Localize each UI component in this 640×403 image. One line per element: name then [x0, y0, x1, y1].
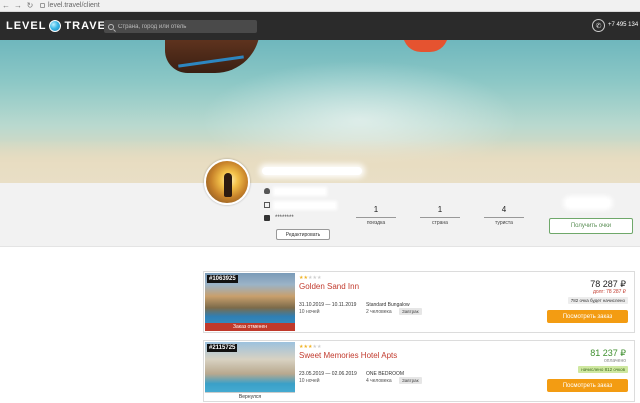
stat-label: поездка: [366, 220, 386, 226]
order-card: #2115725 Вернулся ★★★★★ Sweet Memories H…: [203, 340, 635, 402]
browser-toolbar: ← → ↻ level.travel/client: [0, 0, 640, 12]
stat-divider: [484, 217, 524, 218]
view-order-button[interactable]: Посмотреть заказ: [547, 310, 628, 323]
address-bar[interactable]: level.travel/client: [40, 2, 100, 9]
guests-count: 4 человека: [366, 378, 392, 384]
page: ← → ↻ level.travel/client LEVEL TRAVEL ✆…: [0, 0, 640, 403]
hotel-photo[interactable]: #2115725 Вернулся: [205, 342, 295, 400]
guests-count: 2 человека: [366, 309, 392, 315]
order-id: #2115725: [207, 344, 238, 352]
hotel-photo[interactable]: #1063925 Заказ отменен: [205, 273, 295, 331]
search-icon: [108, 23, 114, 30]
hero-float: [403, 40, 448, 52]
stat-tourists: 4 туриста: [484, 205, 524, 226]
order-id: #1063925: [207, 275, 238, 283]
trip-dates: 23.05.2019 — 02.06.2019: [299, 371, 357, 377]
lock-icon: [264, 215, 270, 221]
password-mask: ********: [275, 215, 294, 221]
email-row: [264, 202, 335, 208]
debt-text: долг: 78 287 ₽: [593, 289, 626, 295]
hotel-name[interactable]: Sweet Memories Hotel Apts: [299, 351, 397, 360]
user-row: [264, 188, 325, 194]
bonus-redacted: [566, 199, 610, 207]
url-text: level.travel/client: [48, 2, 100, 9]
trip-nights: 10 ночей: [299, 378, 320, 384]
stat-divider: [356, 217, 396, 218]
email-redacted: [275, 202, 335, 208]
points-badge: 782 очка будет начислено: [567, 297, 628, 304]
get-points-button[interactable]: Получить очки: [549, 218, 633, 234]
star-icon: ★: [316, 275, 322, 281]
stat-value: 1: [437, 205, 443, 214]
lock-icon: [40, 3, 45, 8]
stat-value: 1: [373, 205, 379, 214]
trip-dates: 31.10.2019 — 10.11.2019: [299, 302, 357, 308]
hotel-stars: ★★★★★: [299, 275, 321, 281]
user-icon: [264, 188, 270, 194]
reload-icon[interactable]: ↻: [24, 0, 36, 12]
back-arrow-icon[interactable]: ←: [0, 0, 12, 12]
site-header: LEVEL TRAVEL ✆ +7 495 134: [0, 12, 640, 40]
search-input[interactable]: [118, 23, 248, 30]
logo-text-left: LEVEL: [6, 20, 47, 32]
order-status: Заказ отменен: [205, 323, 295, 331]
view-order-button[interactable]: Посмотреть заказ: [547, 379, 628, 392]
stat-value: 4: [501, 205, 507, 214]
meal-badge: Завтрак: [399, 308, 422, 315]
phone-number[interactable]: +7 495 134: [608, 22, 638, 28]
stat-trips: 1 поездка: [356, 205, 396, 226]
hotel-name[interactable]: Golden Sand Inn: [299, 282, 359, 291]
globe-icon: [49, 20, 62, 32]
user-info-redacted: [275, 188, 325, 194]
room-type: ONE BEDROOM: [366, 371, 405, 377]
points-badge: начислено 812 очков: [578, 366, 628, 373]
hotel-stars: ★★★★★: [299, 344, 321, 350]
meal-badge: Завтрак: [399, 377, 422, 384]
order-status: Вернулся: [205, 392, 295, 400]
phone-icon[interactable]: ✆: [592, 19, 605, 32]
mail-icon: [264, 202, 270, 208]
forward-arrow-icon[interactable]: →: [12, 0, 24, 12]
stat-divider: [420, 217, 460, 218]
paid-text: оплачено: [603, 358, 626, 364]
user-name-redacted: [262, 167, 362, 175]
logo[interactable]: LEVEL TRAVEL: [6, 20, 114, 32]
password-row: ********: [264, 215, 294, 221]
edit-profile-button[interactable]: Редактировать: [276, 229, 330, 240]
order-card: #1063925 Заказ отменен ★★★★★ Golden Sand…: [203, 271, 635, 333]
avatar[interactable]: [204, 159, 250, 205]
stat-label: туриста: [495, 220, 513, 226]
hero-sand: [0, 140, 640, 183]
stat-label: страна: [432, 220, 448, 226]
star-icon: ★: [316, 344, 322, 350]
trip-nights: 10 ночей: [299, 309, 320, 315]
search-box: [104, 20, 257, 33]
stat-countries: 1 страна: [420, 205, 460, 226]
hero-banner: [0, 40, 640, 183]
